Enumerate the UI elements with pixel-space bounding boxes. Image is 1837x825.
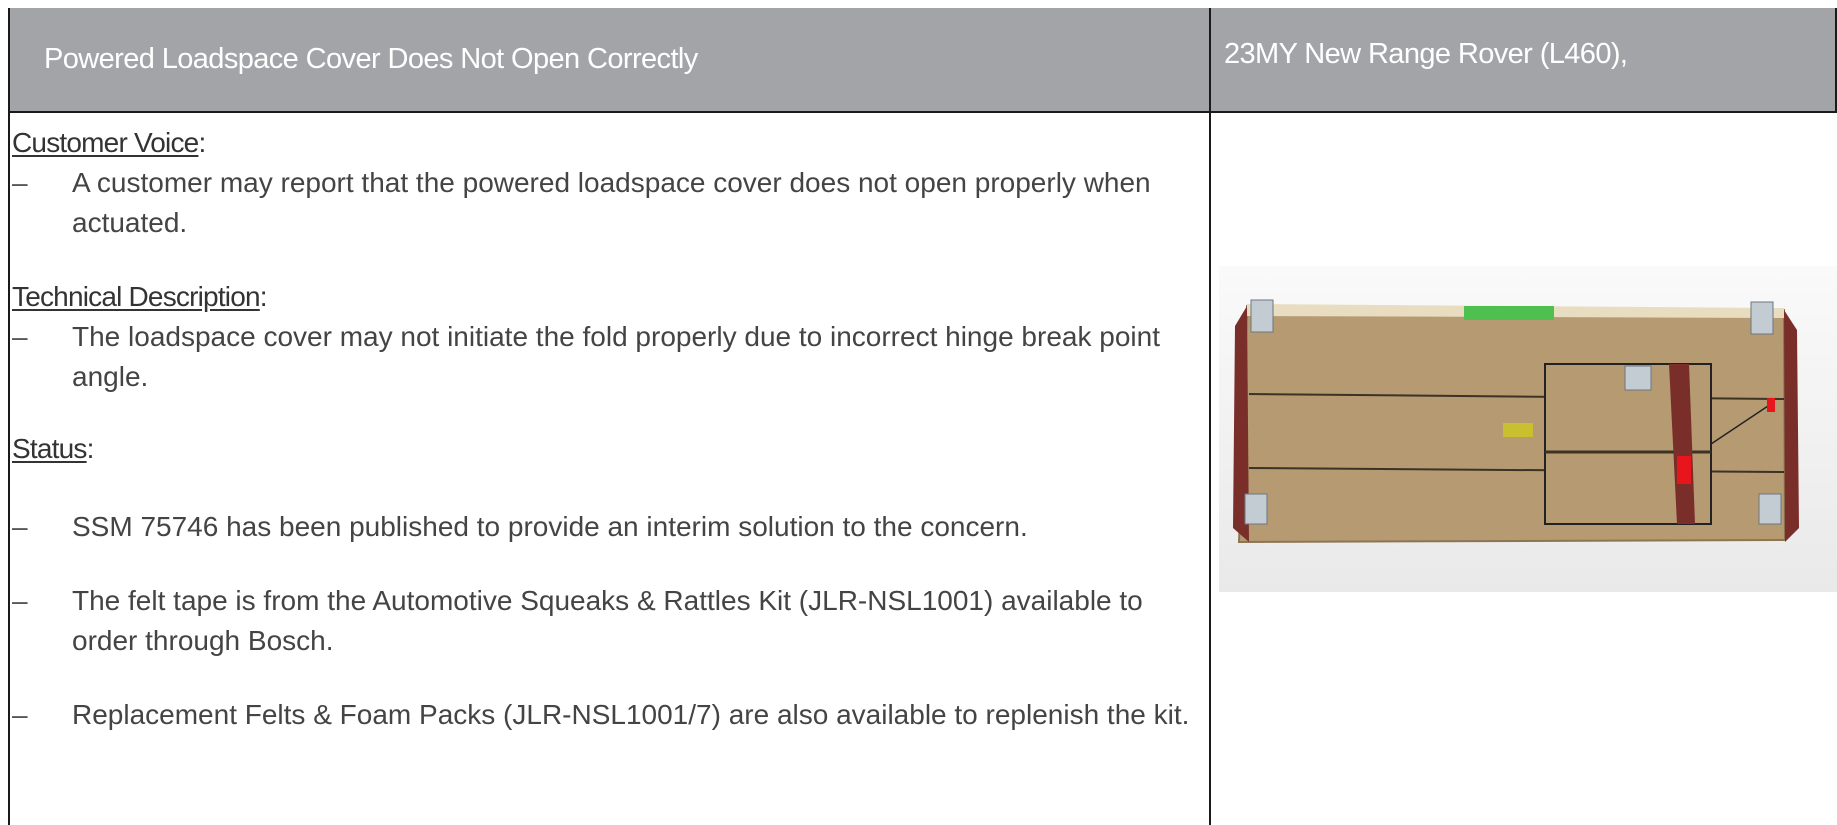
hinge-top-left-icon (1250, 299, 1274, 333)
bullet-dash: – (12, 167, 28, 198)
bullet-dash: – (12, 585, 28, 616)
hinge-bottom-right-icon (1758, 493, 1782, 525)
status-bullet: – SSM 75746 has been published to provid… (12, 507, 1192, 547)
status-heading: Status: (12, 433, 94, 464)
bullet-dash: – (12, 511, 28, 542)
column-divider (1209, 113, 1211, 825)
bulletin-title-cell: Powered Loadspace Cover Does Not Open Co… (10, 8, 1211, 113)
hinge-bottom-left-icon (1244, 493, 1268, 525)
customer-voice-bullet: – A customer may report that the powered… (12, 163, 1192, 243)
felt-position-marker (1677, 456, 1691, 484)
loadspace-cover-illustration (1233, 299, 1799, 544)
bullet-dash: – (12, 321, 28, 352)
status-bullet: – Replacement Felts & Foam Packs (JLR-NS… (12, 695, 1192, 735)
technical-description-heading: Technical Description: (12, 281, 268, 312)
felt-tape-strip (1464, 306, 1554, 320)
alignment-pad (1503, 423, 1533, 437)
status-bullet: – The felt tape is from the Automotive S… (12, 581, 1192, 661)
loadspace-cover-figure (1219, 266, 1837, 592)
felt-marker-small (1767, 398, 1775, 412)
bullet-dash: – (12, 699, 28, 730)
customer-voice-heading: Customer Voice: (12, 127, 206, 158)
hinge-top-right-icon (1750, 301, 1774, 335)
bulletin-title: Powered Loadspace Cover Does Not Open Co… (44, 43, 698, 75)
inset-hinge-icon (1624, 365, 1652, 391)
vehicle-cell: 23MY New Range Rover (L460), (1211, 8, 1837, 113)
right-side-frame (1784, 310, 1799, 542)
technical-description-bullet: – The loadspace cover may not initiate t… (12, 317, 1192, 397)
vehicle-model: 23MY New Range Rover (L460), (1224, 38, 1628, 70)
